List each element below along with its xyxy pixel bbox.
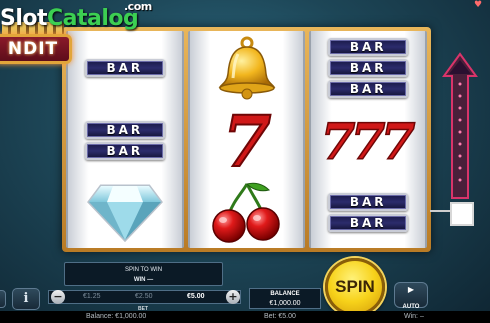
bar-symbol: BAR [328,192,409,211]
message-box: SPIN TO WIN WIN — [64,262,223,286]
top-right-indicator[interactable]: ♥ [472,0,490,12]
arrow-up-icon [442,52,478,199]
svg-text:7: 7 [381,115,416,165]
reel-3: BAR BAR BAR 7 7 7 BAR BAR [309,31,428,248]
status-bet: Bet: €5.00 [264,313,296,320]
cherry-icon [211,182,280,243]
reel-2: 7 [187,31,306,248]
menu-button[interactable] [0,290,6,308]
info-icon: i [23,291,29,306]
bar-symbol: BAR [84,59,165,77]
bar-symbol: BAR [328,80,409,98]
balance-title: BALANCE [270,291,300,297]
progress-meter [430,52,478,226]
reels-frame: BAR BAR BAR 7 BAR BAR BAR 7 7 7 BAR BAR [62,27,431,252]
reel-2-row-3 [190,176,304,248]
autoplay-button[interactable]: ▶ AUTO [394,282,428,310]
slotcatalog-watermark: SlotCatalog .com [0,0,152,31]
bet-option-3[interactable]: €5.00 [187,293,205,300]
bar-symbol: BAR [328,38,409,56]
message-line-1: SPIN TO WIN [124,267,163,273]
status-win: Win: – [404,313,424,320]
play-icon: ▶ [407,285,415,294]
autoplay-label: AUTO [402,304,420,310]
reel-3-row-2: 7 7 7 [311,104,425,176]
meter-connector [430,210,450,212]
bell-icon [218,36,275,100]
bet-decrease-button[interactable]: − [51,290,65,304]
heart-icon: ♥ [474,0,483,10]
meter-target-box [450,202,474,226]
bet-option-1[interactable]: €1.25 [83,293,101,300]
watermark-part1: Slot [0,6,48,31]
diamond-icon [86,184,163,242]
bar-symbol: BAR [84,141,165,160]
reel-1-row-1: BAR [68,32,182,104]
spin-label: SPIN [335,277,375,296]
bar-symbol: BAR [328,213,409,232]
bet-option-2[interactable]: €2.50 [135,293,153,300]
status-bar: Balance: €1,000.00 Bet: €5.00 Win: – [0,311,490,323]
seven-symbol: 7 [221,108,272,172]
bet-selector: − €1.25 €2.50 €5.00 + [48,290,241,304]
logo-text: NDIT [7,39,59,59]
reel-1: BAR BAR BAR [66,31,184,248]
bar-symbol: BAR [328,59,409,77]
game-logo: NDIT [0,34,72,64]
reel-1-row-2: BAR BAR [68,104,182,176]
bar-symbol: BAR [84,120,165,139]
watermark-suffix: .com [124,0,152,13]
svg-text:7: 7 [222,108,271,172]
status-balance: Balance: €1,000.00 [86,313,147,320]
balance-display: BALANCE €1,000.00 [249,288,321,309]
reel-3-row-3: BAR BAR [311,176,425,248]
spin-button[interactable]: SPIN [325,258,385,316]
reel-2-row-1 [190,32,304,104]
reel-2-row-2: 7 [190,104,304,176]
message-line-2: WIN — [133,277,154,283]
triple-seven-symbol: 7 7 7 [320,115,417,165]
reel-1-row-3 [68,176,182,248]
info-button[interactable]: i [12,288,40,310]
bet-increase-button[interactable]: + [226,290,240,304]
balance-value: €1,000.00 [269,300,301,307]
reel-3-row-1: BAR BAR BAR [311,32,425,104]
